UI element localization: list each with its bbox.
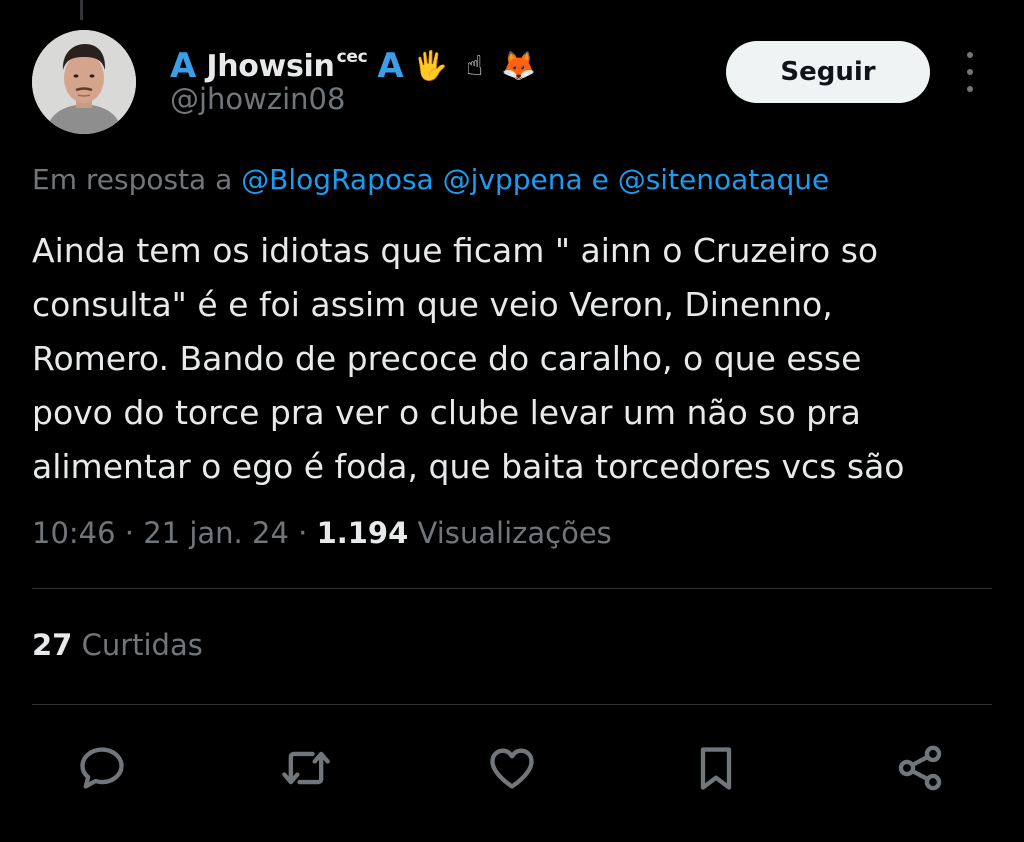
tweet-metadata: 10:46 · 21 jan. 24 · 1.194 Visualizações	[32, 516, 612, 550]
tweet-time[interactable]: 10:46	[32, 516, 116, 550]
tweet-text-line: alimentar o ego é foda, que baita torced…	[32, 447, 905, 486]
like-button[interactable]	[482, 738, 542, 798]
avatar-photo	[32, 30, 136, 134]
divider	[32, 704, 992, 705]
reply-prefix: Em resposta a	[32, 163, 233, 196]
views-label: Visualizações	[417, 516, 612, 550]
likes-count: 27	[32, 628, 73, 662]
meta-separator: ·	[298, 516, 308, 550]
retweet-button[interactable]	[276, 738, 336, 798]
tweet-text-line: Ainda tem os idiotas que ficam " ainn o …	[32, 231, 879, 270]
more-dot	[967, 86, 973, 92]
more-options-icon[interactable]	[960, 52, 980, 92]
tweet-text-line: povo do torce pra ver o clube levar um n…	[32, 393, 861, 432]
mention-link-jvppena[interactable]: @jvppena	[443, 163, 583, 196]
share-icon	[898, 745, 942, 791]
reply-conjunction[interactable]: e	[592, 163, 609, 196]
like-icon	[490, 748, 534, 789]
author-handle[interactable]: @jhowzin08	[170, 82, 345, 116]
tweet-detail-page: A Jhowsin cec A 🖐 ☝ 🦊 @jhowzin08 Seguir E…	[0, 0, 1024, 842]
views-count: 1.194	[316, 516, 409, 550]
divider	[32, 588, 992, 589]
name-decoration-a-right: A	[377, 46, 404, 86]
tweet-date[interactable]: 21 jan. 24	[143, 516, 289, 550]
author-name-text: Jhowsin	[206, 48, 335, 84]
bookmark-icon	[700, 747, 732, 790]
share-button[interactable]	[890, 738, 950, 798]
tweet-text: Ainda tem os idiotas que ficam " ainn o …	[32, 224, 992, 494]
mention-link-blograposa[interactable]: @BlogRaposa	[241, 163, 434, 196]
follow-button[interactable]: Seguir	[726, 41, 930, 103]
tweet-text-line: consulta" é e foi assim que veio Veron, …	[32, 285, 833, 324]
reply-context: Em resposta a @BlogRaposa @jvppena e @si…	[32, 163, 829, 196]
retweet-icon	[282, 751, 330, 785]
name-decoration-a-left: A	[170, 46, 197, 86]
likes-label: Curtidas	[81, 628, 203, 662]
mention-link-sitenoataque[interactable]: @sitenoataque	[618, 163, 830, 196]
thread-connector-line	[80, 0, 83, 20]
meta-separator: ·	[124, 516, 135, 550]
more-dot	[967, 69, 973, 75]
author-display-name[interactable]: Jhowsin cec	[206, 46, 368, 84]
raised-hand-emoji-icon: 🖐	[413, 49, 449, 82]
reply-button[interactable]	[72, 738, 132, 798]
tweet-text-line: Romero. Bando de precoce do caralho, o q…	[32, 339, 862, 378]
avatar[interactable]	[32, 30, 136, 134]
author-name-superscript: cec	[336, 46, 368, 67]
fox-emoji-icon: 🦊	[501, 49, 537, 82]
reply-icon	[80, 747, 124, 789]
likes-summary[interactable]: 27 Curtidas	[32, 628, 203, 662]
more-dot	[967, 52, 973, 58]
bookmark-button[interactable]	[686, 738, 746, 798]
pointing-up-emoji-icon: ☝	[466, 49, 484, 82]
